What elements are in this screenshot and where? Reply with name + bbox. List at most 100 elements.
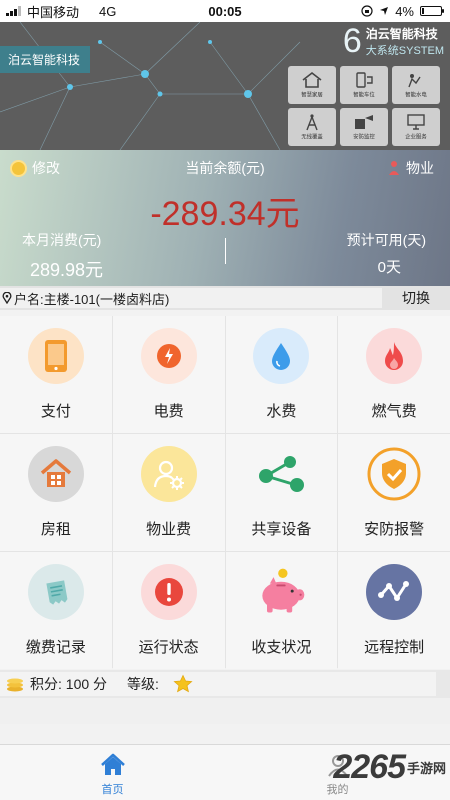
coins-icon — [7, 678, 23, 692]
house-icon — [302, 71, 322, 88]
remote-chart-icon — [366, 564, 423, 620]
banner[interactable]: 泊云智能科技 6 泊云智能科技 大系统SYSTEM 智慧家居 智能车位 智能水电… — [0, 22, 450, 150]
battery-percent: 4% — [395, 3, 414, 19]
parking-phone-icon — [356, 72, 373, 88]
grid-item-security-alarm[interactable]: 安防报警 — [338, 434, 450, 551]
balance-card: 修改 当前余额(元) 物业 -289.34元 本月消费(元) 289.98元 预… — [0, 150, 450, 286]
property-label: 物业 — [406, 160, 434, 176]
property-person-icon — [389, 161, 399, 175]
phone-payment-icon — [27, 328, 84, 384]
divider — [225, 238, 226, 264]
piggy-bank-icon — [253, 564, 309, 620]
water-power-icon — [408, 74, 421, 88]
account-row: 户名:主楼-101(一楼卤料店) 切换 — [0, 286, 450, 310]
grid-label: 物业费 — [146, 521, 192, 538]
points-label: 积分: 100 分 — [30, 676, 108, 692]
grid-item-income-expense[interactable]: 收支状况 — [225, 552, 338, 669]
grid-item-rent[interactable]: 房租 — [0, 434, 112, 551]
flame-icon — [366, 328, 423, 384]
tile-label: 无线覆盖 — [301, 135, 323, 141]
month-spend-label: 本月消费(元) — [22, 232, 102, 248]
share-icon — [253, 446, 309, 502]
grid-label: 共享设备 — [251, 521, 312, 538]
grid-label: 支付 — [40, 403, 71, 420]
tile-smart-utility: 智能水电 — [392, 66, 440, 104]
tile-enterprise: 企业服务 — [392, 108, 440, 146]
grid-label: 房租 — [40, 521, 71, 538]
shield-check-icon — [366, 446, 422, 502]
brand-number: 6 — [342, 22, 362, 60]
tile-wireless: 无线覆盖 — [288, 108, 336, 146]
grid-item-electricity[interactable]: 电费 — [112, 316, 225, 433]
brand-name: 泊云智能科技 — [365, 26, 438, 41]
grid-item-water[interactable]: 水费 — [225, 316, 338, 433]
grid-label: 燃气费 — [371, 403, 417, 420]
computer-icon — [407, 114, 425, 130]
level-label: 等级: — [127, 676, 159, 692]
tile-label: 智能水电 — [405, 93, 427, 99]
watermark: 2265 手游网 — [333, 748, 446, 787]
balance-header: 修改 当前余额(元) 物业 — [0, 157, 450, 179]
function-grid: 支付 电费 水费 燃气费 房租 物业费 共享设备 安防报警 缴费记录 运行状态 … — [0, 316, 450, 669]
status-bar: 中国移动 4G 00:05 4% — [0, 0, 450, 22]
account-name: 户名:主楼-101(一楼卤料店) — [14, 291, 170, 307]
receipt-icon — [27, 564, 84, 620]
alert-icon — [140, 564, 197, 620]
watermark-text: 手游网 — [406, 761, 446, 776]
grid-label: 收支状况 — [251, 639, 312, 656]
house-rent-icon — [27, 446, 84, 502]
tile-label: 企业服务 — [405, 135, 427, 141]
tile-label: 智慧家居 — [301, 93, 323, 99]
grid-item-property-fee[interactable]: 物业费 — [112, 434, 225, 551]
tile-smart-parking: 智能车位 — [340, 66, 388, 104]
tab-home-label: 首页 — [101, 784, 124, 796]
carrier: 中国移动 — [27, 4, 80, 20]
tile-security: 安防监控 — [340, 108, 388, 146]
signal-icon — [6, 6, 21, 16]
brand-subtitle: 大系统SYSTEM — [365, 44, 444, 57]
account-name-box: 户名:主楼-101(一楼卤料店) — [0, 288, 382, 308]
points-box: 积分: 100 分 等级: — [0, 672, 436, 696]
lightning-icon — [140, 328, 197, 384]
available-days-label: 预计可用(天) — [346, 232, 426, 248]
grid-label: 水费 — [266, 403, 297, 420]
user-gear-icon — [140, 446, 197, 502]
direction-icon — [380, 7, 389, 15]
tab-home[interactable]: 首页 — [0, 745, 225, 800]
property-button[interactable]: 物业 — [387, 158, 434, 178]
grid-label: 缴费记录 — [25, 639, 86, 656]
blank-strip — [0, 698, 450, 724]
water-drop-icon — [253, 328, 310, 384]
banner-tiles: 智慧家居 智能车位 智能水电 无线覆盖 安防监控 企业服务 — [288, 66, 444, 146]
month-spend-value: 289.98元 — [30, 260, 104, 280]
tile-label: 安防监控 — [353, 135, 375, 141]
balance-amount: -289.34元 — [150, 195, 300, 233]
tile-smart-home: 智慧家居 — [288, 66, 336, 104]
wireless-tower-icon — [306, 114, 318, 131]
grid-item-remote-control[interactable]: 远程控制 — [338, 552, 450, 669]
grid-item-shared-device[interactable]: 共享设备 — [225, 434, 338, 551]
location-pin-icon — [2, 292, 12, 304]
grid-label: 安防报警 — [364, 521, 425, 538]
grid-label: 电费 — [153, 403, 184, 420]
status-left: 中国移动 4G — [0, 2, 170, 21]
grid-label: 远程控制 — [364, 639, 425, 656]
battery-icon — [420, 6, 444, 16]
grid-item-run-status[interactable]: 运行状态 — [112, 552, 225, 669]
grid-item-payment-record[interactable]: 缴费记录 — [0, 552, 112, 669]
lock-rotation-icon — [361, 5, 373, 17]
points-row: 积分: 100 分 等级: — [0, 670, 450, 698]
edit-button[interactable]: 修改 — [10, 158, 60, 178]
grid-label: 运行状态 — [138, 639, 199, 656]
brand-tag: 泊云智能科技 — [0, 46, 91, 73]
status-time: 00:05 — [208, 3, 242, 19]
switch-account-button[interactable]: 切换 — [382, 288, 450, 308]
home-icon — [100, 753, 125, 775]
grid-item-pay[interactable]: 支付 — [0, 316, 112, 433]
grid-item-gas[interactable]: 燃气费 — [338, 316, 450, 433]
coin-icon — [10, 159, 27, 177]
available-days-value: 0天 — [377, 259, 401, 276]
network-type: 4G — [99, 3, 117, 19]
status-right: 4% — [280, 4, 450, 19]
current-balance-label: 当前余额(元) — [185, 160, 265, 176]
